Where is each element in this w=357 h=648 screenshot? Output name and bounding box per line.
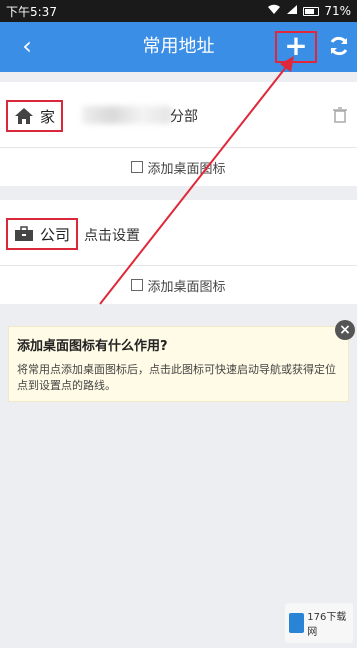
- add-shortcut-label: 添加桌面图标: [147, 161, 226, 177]
- watermark-text: 176下载网: [307, 612, 347, 638]
- battery-level: 71%: [324, 4, 351, 18]
- address-text: 点击设置: [84, 228, 140, 244]
- home-icon: [15, 108, 33, 124]
- tip-question: 添加桌面图标有什么作用?: [17, 339, 168, 354]
- shortcut-icon: [131, 279, 144, 291]
- address-name: 公司: [40, 225, 71, 244]
- tip-box: 添加桌面图标有什么作用? 将常用点添加桌面图标后，点击此图标可快速启动导航或获得…: [8, 326, 349, 402]
- add-address-button[interactable]: +: [275, 31, 317, 63]
- close-icon: ×: [339, 322, 351, 338]
- address-card-home: 家 分部 添加桌面图标: [0, 82, 357, 186]
- address-card-company: 公司 点击设置 添加桌面图标: [0, 200, 357, 304]
- address-row-home[interactable]: 家 分部: [0, 82, 357, 148]
- close-tip-button[interactable]: ×: [335, 320, 355, 340]
- address-text: 分部: [170, 109, 198, 125]
- status-bar: 下午5:37 71%: [0, 0, 357, 22]
- battery-icon: [303, 6, 320, 16]
- address-name-box: 家: [6, 100, 64, 132]
- refresh-button[interactable]: [327, 34, 351, 58]
- watermark-logo-icon: [289, 613, 305, 633]
- tip-answer: 将常用点添加桌面图标后，点击此图标可快速启动导航或获得定位点到设置点的路线。: [17, 363, 336, 392]
- title-bar: ‹ 常用地址 +: [0, 22, 357, 72]
- add-shortcut-button[interactable]: 添加桌面图标: [0, 148, 357, 186]
- address-name-box: 公司: [6, 218, 79, 250]
- shortcut-icon: [131, 161, 144, 173]
- trash-icon[interactable]: [333, 107, 347, 123]
- briefcase-icon: [15, 226, 33, 241]
- address-name: 家: [40, 107, 56, 126]
- add-shortcut-button[interactable]: 添加桌面图标: [0, 266, 357, 304]
- add-shortcut-label: 添加桌面图标: [147, 279, 226, 295]
- refresh-icon: [330, 36, 348, 56]
- signal-icon: [286, 4, 298, 18]
- watermark: 176下载网: [285, 603, 353, 643]
- address-row-company[interactable]: 公司 点击设置: [0, 200, 357, 266]
- blurred-address: [82, 106, 172, 124]
- status-time: 下午5:37: [6, 4, 57, 19]
- wifi-icon: [267, 4, 281, 18]
- plus-icon: +: [284, 29, 308, 62]
